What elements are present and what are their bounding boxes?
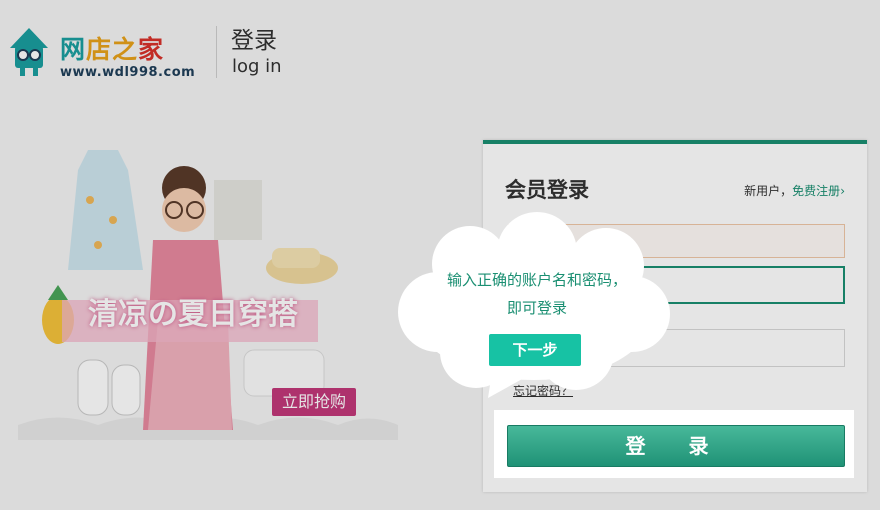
register-prompt: 新用户， xyxy=(744,184,793,198)
register-area: 新用户，免费注册› xyxy=(744,182,845,199)
guide-tooltip: 输入正确的账户名和密码，即可登录 下一步 xyxy=(392,212,676,402)
site-logo[interactable]: 网店之家 www.wdl998.com xyxy=(6,22,206,82)
promo-title: 清凉の夏日穿搭 xyxy=(88,297,298,332)
logo-wordmark-part: 网 xyxy=(60,35,87,64)
chevron-right-icon: › xyxy=(840,184,845,198)
tooltip-message: 输入正确的账户名和密码，即可登录 xyxy=(446,271,627,317)
logo-url: www.wdl998.com xyxy=(60,65,196,80)
page-subtitle: log in xyxy=(232,56,282,77)
promo-banner[interactable]: 清凉の夏日穿搭 立即抢购 xyxy=(18,140,398,440)
logo-wordmark-part: 家 xyxy=(138,35,165,64)
logo-wordmark-part: 店之 xyxy=(86,35,139,64)
login-button[interactable]: 登 录 xyxy=(507,425,845,467)
next-step-button[interactable]: 下一步 xyxy=(489,334,581,366)
promo-buy-button[interactable]: 立即抢购 xyxy=(272,388,356,416)
page-header: 网店之家 www.wdl998.com 登录 log in xyxy=(0,0,880,100)
login-title: 会员登录 xyxy=(505,178,589,202)
register-link[interactable]: 免费注册 xyxy=(792,184,840,198)
page-title: 登录 xyxy=(231,28,277,54)
house-mascot-icon xyxy=(10,28,48,76)
logo-wordmark: 网店之家 xyxy=(60,30,164,66)
header-divider xyxy=(216,26,217,78)
